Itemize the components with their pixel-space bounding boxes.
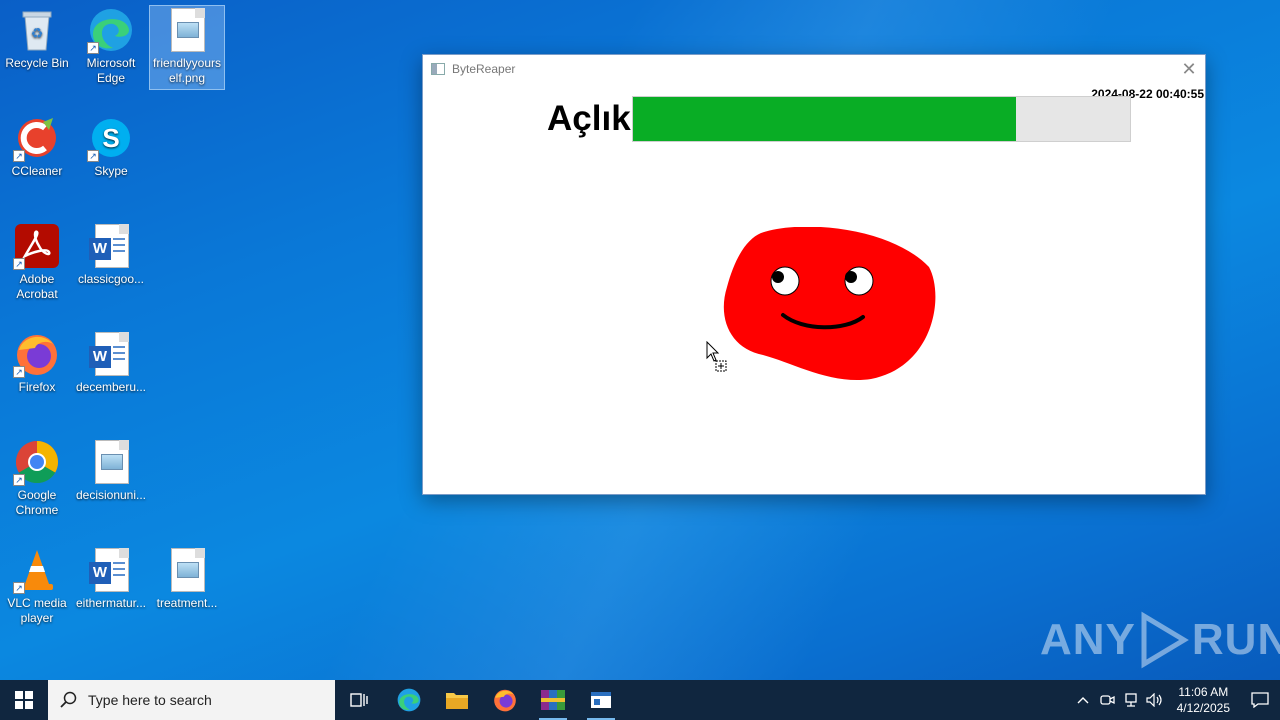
taskbar-winrar-button[interactable] <box>529 680 577 720</box>
taskbar-bytereaper-button[interactable] <box>577 680 625 720</box>
desktop-icon-treatment[interactable]: treatment... <box>150 546 224 611</box>
play-logo-icon <box>1141 611 1189 669</box>
desktop-icon-decemberu[interactable]: W decemberu... <box>74 330 148 395</box>
task-view-button[interactable] <box>335 680 383 720</box>
taskbar-file-explorer-button[interactable] <box>433 680 481 720</box>
desktop-icon-decisionuni[interactable]: decisionuni... <box>74 438 148 503</box>
notifications-button[interactable] <box>1240 680 1280 720</box>
hunger-progress-fill <box>633 97 1016 141</box>
bytereaper-window[interactable]: ByteReaper ✕ 2024-08-22 00:40:55 Açlık <box>422 54 1206 495</box>
skype-icon: S ↗ <box>87 114 135 162</box>
pet-right-eye <box>844 266 874 296</box>
desktop-icon-eithermatur[interactable]: W eithermatur... <box>74 546 148 611</box>
taskbar: Type here to search 11:06 AM 4/12/2025 <box>0 680 1280 720</box>
volume-icon[interactable] <box>1143 680 1167 720</box>
firefox-icon <box>494 689 516 712</box>
word-document-icon: W <box>87 546 135 594</box>
taskbar-clock[interactable]: 11:06 AM 4/12/2025 <box>1167 684 1240 716</box>
pet-blob-creature[interactable] <box>721 227 941 387</box>
windows-logo-icon <box>15 691 33 709</box>
firefox-icon: ↗ <box>13 330 61 378</box>
file-explorer-icon <box>446 693 468 709</box>
hunger-progress-bar <box>632 96 1131 142</box>
system-tray: 11:06 AM 4/12/2025 <box>1071 680 1280 720</box>
meet-now-icon[interactable] <box>1095 680 1119 720</box>
desktop-icon-recycle-bin[interactable]: ♻ Recycle Bin <box>0 6 74 71</box>
desktop-icon-google-chrome[interactable]: ↗ Google Chrome <box>0 438 74 518</box>
taskbar-search-box[interactable]: Type here to search <box>48 680 335 720</box>
start-button[interactable] <box>0 680 48 720</box>
taskbar-edge-button[interactable] <box>385 680 433 720</box>
notification-icon <box>1251 692 1269 708</box>
svg-text:♻: ♻ <box>31 25 44 41</box>
close-button[interactable]: ✕ <box>1173 55 1205 83</box>
vlc-icon: ↗ <box>13 546 61 594</box>
desktop-icon-adobe-acrobat[interactable]: ↗ Adobe Acrobat <box>0 222 74 302</box>
bytereaper-app-icon <box>591 692 611 708</box>
image-file-icon <box>87 438 135 486</box>
ccleaner-icon: ↗ <box>13 114 61 162</box>
image-file-icon <box>163 6 211 54</box>
word-document-icon: W <box>87 330 135 378</box>
pet-body <box>723 227 936 380</box>
search-placeholder: Type here to search <box>88 692 212 708</box>
window-title: ByteReaper <box>452 62 516 76</box>
mouse-cursor-icon <box>706 341 727 372</box>
desktop-icon-classicgoo[interactable]: W classicgoo... <box>74 222 148 287</box>
hunger-label: Açlık <box>547 99 631 138</box>
anyrun-watermark: ANY RUN <box>1040 610 1280 670</box>
image-file-icon <box>163 546 211 594</box>
task-view-icon <box>350 693 368 707</box>
network-icon[interactable] <box>1119 680 1143 720</box>
window-titlebar[interactable]: ByteReaper <box>423 55 1205 83</box>
edge-icon <box>397 688 421 712</box>
app-window-icon <box>431 63 445 75</box>
taskbar-firefox-button[interactable] <box>481 680 529 720</box>
chrome-icon: ↗ <box>13 438 61 486</box>
show-hidden-icons-chevron-icon[interactable] <box>1071 680 1095 720</box>
winrar-icon <box>541 690 565 710</box>
desktop-icon-ccleaner[interactable]: ↗ CCleaner <box>0 114 74 179</box>
desktop-icon-firefox[interactable]: ↗ Firefox <box>0 330 74 395</box>
recycle-bin-icon: ♻ <box>13 6 61 54</box>
search-icon <box>60 691 77 708</box>
desktop-icon-skype[interactable]: S ↗ Skype <box>74 114 148 179</box>
desktop-icon-vlc[interactable]: ↗ VLC media player <box>0 546 74 626</box>
edge-icon: ↗ <box>87 6 135 54</box>
word-document-icon: W <box>87 222 135 270</box>
svg-text:S: S <box>102 123 119 153</box>
desktop-icon-microsoft-edge[interactable]: ↗ Microsoft Edge <box>74 6 148 86</box>
desktop-icon-friendlyyourself[interactable]: friendlyyours elf.png <box>149 5 225 90</box>
pet-left-eye <box>770 266 800 296</box>
adobe-acrobat-icon: ↗ <box>13 222 61 270</box>
